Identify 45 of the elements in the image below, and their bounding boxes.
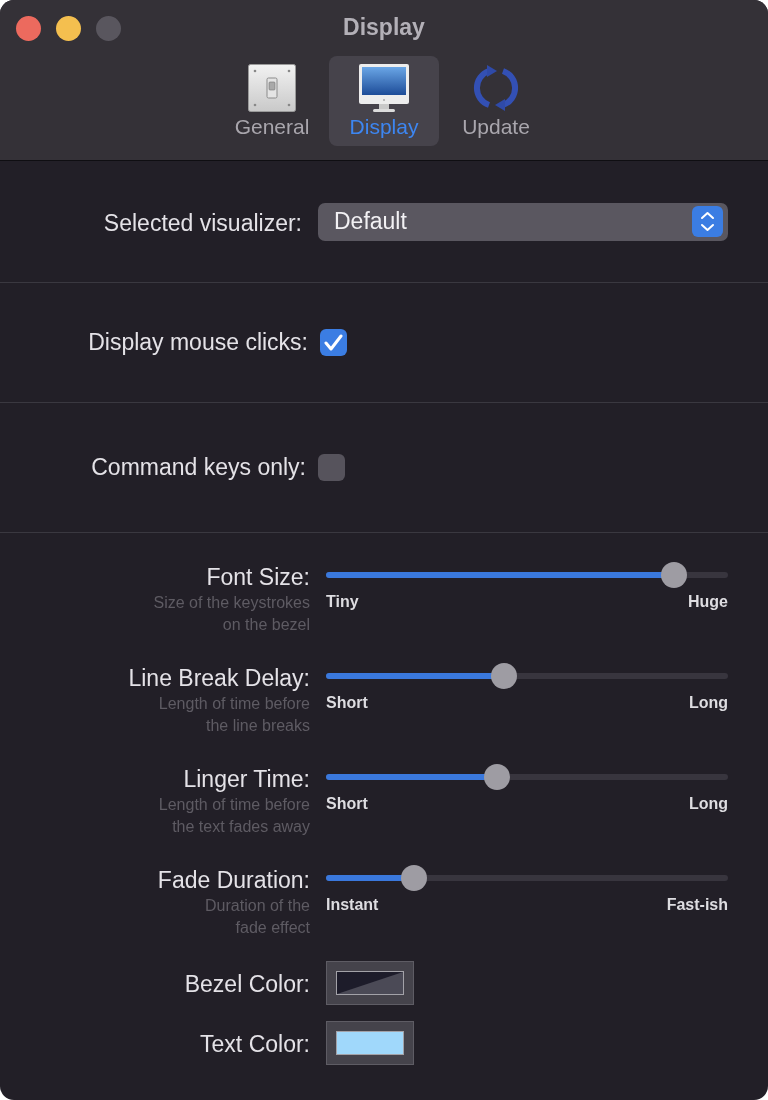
- slider[interactable]: [326, 865, 728, 891]
- visualizer-popup[interactable]: Default: [318, 202, 728, 241]
- minimize-button[interactable]: [56, 16, 81, 41]
- toolbar-tab[interactable]: Update: [441, 56, 551, 146]
- color-well[interactable]: [326, 1021, 414, 1065]
- monitor-icon: [359, 64, 409, 112]
- slider[interactable]: [326, 663, 728, 689]
- checkmark-icon: [324, 334, 343, 351]
- slider-min-label: Instant: [326, 895, 379, 915]
- checkbox-label: Command keys only:: [91, 453, 306, 483]
- slider-description: Length of time before the line breaks: [158, 694, 310, 736]
- light-switch-icon: [248, 64, 296, 112]
- slider-thumb[interactable]: [483, 764, 510, 790]
- slider-min-label: Tiny: [326, 592, 359, 612]
- checkbox-label: Display mouse clicks:: [88, 328, 308, 358]
- color-label: Text Color:: [200, 1029, 310, 1059]
- slider-thumb[interactable]: [401, 865, 428, 891]
- slider-label: Linger Time:: [183, 765, 310, 793]
- slider-min-label: Short: [326, 693, 368, 713]
- checkbox[interactable]: [318, 454, 345, 481]
- slider-max-label: Fast-ish: [666, 895, 728, 915]
- slider-label: Fade Duration:: [157, 866, 310, 894]
- slider-label: Font Size:: [206, 563, 310, 591]
- slider-label: Line Break Delay:: [128, 664, 310, 692]
- slider-description: Size of the keystrokes on the bezel: [153, 593, 310, 635]
- slider[interactable]: [326, 764, 728, 790]
- slider-description: Duration of the fade effect: [205, 896, 310, 938]
- slider-min-label: Short: [326, 794, 368, 814]
- circular-arrows-icon: [473, 65, 519, 111]
- close-button[interactable]: [16, 16, 41, 41]
- stepper-chevrons-icon: [692, 206, 723, 237]
- color-well[interactable]: [326, 961, 414, 1005]
- color-label: Bezel Color:: [184, 969, 310, 999]
- slider-max-label: Long: [688, 794, 728, 814]
- toolbar-tab[interactable]: Display: [329, 56, 439, 146]
- slider-thumb[interactable]: [660, 562, 687, 588]
- slider-max-label: Long: [688, 693, 728, 713]
- slider-max-label: Huge: [688, 592, 728, 612]
- field-label: Selected visualizer:: [103, 209, 302, 239]
- slider-description: Length of time before the text fades away: [158, 795, 310, 837]
- checkbox[interactable]: [320, 329, 347, 356]
- window-title: Display: [343, 13, 425, 42]
- slider-thumb[interactable]: [491, 663, 518, 689]
- toolbar-tab[interactable]: General: [217, 56, 327, 146]
- slider[interactable]: [326, 562, 728, 588]
